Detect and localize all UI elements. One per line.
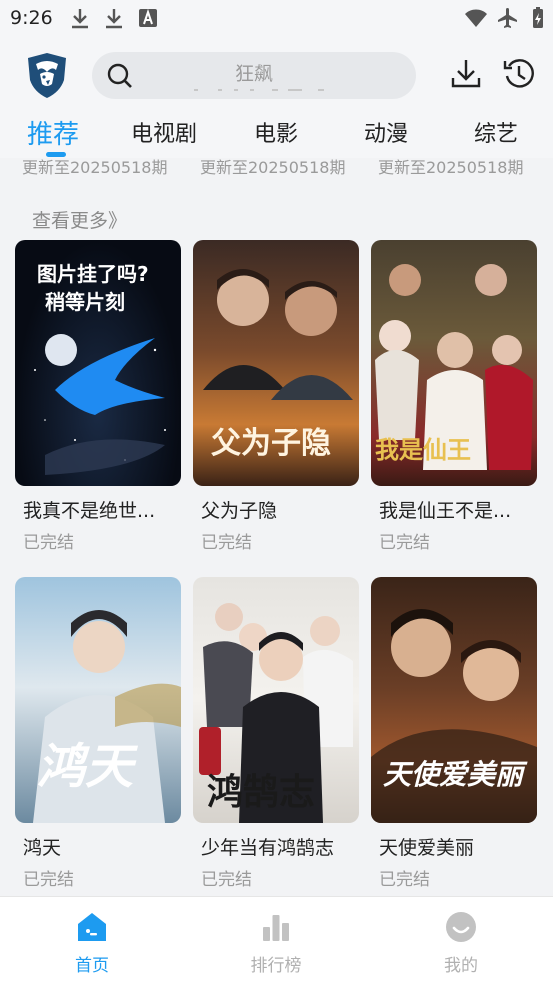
app-header: 狂飙 — [0, 40, 553, 112]
history-button[interactable] — [501, 56, 537, 92]
card-title: 我真不是绝世... — [23, 500, 156, 522]
nav-profile[interactable]: 我的 — [416, 907, 506, 977]
poster-title: 我是仙王 — [375, 436, 471, 464]
poster-image: 我是仙王 — [371, 240, 537, 486]
battery-icon — [533, 7, 543, 28]
tab-tv-series[interactable]: 电视剧 — [131, 116, 197, 148]
nav-label: 排行榜 — [250, 956, 302, 976]
poster-image: 鸿鹄志 — [193, 577, 359, 823]
poster-placeholder: 图片挂了吗? 稍等片刻 — [15, 240, 181, 486]
poster-title: 鸿鹄志 — [207, 772, 316, 813]
poster-title: 父为子隐 — [211, 426, 331, 461]
poster-line: 稍等片刻 — [45, 290, 125, 314]
tab-movies[interactable]: 电影 — [254, 116, 298, 148]
text-a-icon — [139, 8, 157, 27]
tab-indicator — [46, 152, 66, 157]
search-hint-decoration — [194, 89, 324, 91]
update-text: 更新至20250518期 — [200, 158, 346, 177]
nav-label: 我的 — [444, 956, 478, 976]
card-title: 少年当有鸿鹄志 — [201, 837, 335, 859]
home-icon — [78, 913, 106, 941]
card-title: 天使爱美丽 — [379, 837, 475, 859]
card-status: 已完结 — [201, 533, 252, 553]
poster-line: 图片挂了吗? — [37, 262, 149, 286]
status-bar: 9:26 — [0, 0, 553, 40]
airplane-icon — [498, 8, 517, 28]
tab-variety[interactable]: 综艺 — [474, 116, 518, 148]
rank-icon — [263, 915, 289, 941]
poster-image: 鸿天 — [15, 577, 181, 823]
profile-icon — [446, 912, 476, 942]
see-more-link[interactable]: 查看更多》 — [32, 206, 127, 233]
card-status: 已完结 — [23, 533, 74, 553]
tab-recommend[interactable]: 推荐 — [27, 114, 79, 151]
download-button[interactable] — [448, 56, 484, 92]
poster-image: 父为子隐 — [193, 240, 359, 486]
nav-ranking[interactable]: 排行榜 — [231, 907, 321, 977]
category-tabs: 推荐 电视剧 电影 动漫 综艺 — [0, 112, 553, 158]
search-input[interactable]: 狂飙 — [92, 52, 416, 99]
bottom-navigation: 首页 排行榜 我的 — [0, 896, 553, 983]
card-status: 已完结 — [201, 870, 252, 890]
download-icon — [72, 9, 88, 29]
card-title: 鸿天 — [23, 837, 62, 859]
poster-title: 天使爱美丽 — [383, 758, 524, 791]
nav-label: 首页 — [75, 956, 109, 976]
nav-home[interactable]: 首页 — [47, 907, 137, 977]
search-placeholder: 狂飙 — [234, 63, 273, 85]
card-status: 已完结 — [23, 870, 74, 890]
card-status: 已完结 — [379, 533, 430, 553]
poster-title: 鸿天 — [37, 739, 134, 795]
download-icon — [106, 9, 122, 29]
update-text: 更新至20250518期 — [22, 158, 168, 177]
poster-image: 天使爱美丽 — [371, 577, 537, 823]
tab-anime[interactable]: 动漫 — [364, 116, 408, 148]
card-title: 我是仙王不是... — [379, 500, 512, 522]
eagle-logo — [28, 53, 66, 98]
card-title: 父为子隐 — [201, 500, 278, 522]
content-scroll[interactable]: 更新至20250518期 更新至20250518期 更新至20250518期 查… — [0, 158, 553, 895]
update-text: 更新至20250518期 — [378, 158, 524, 177]
card-status: 已完结 — [379, 870, 430, 890]
status-time: 9:26 — [10, 7, 53, 29]
wifi-icon — [465, 9, 487, 27]
